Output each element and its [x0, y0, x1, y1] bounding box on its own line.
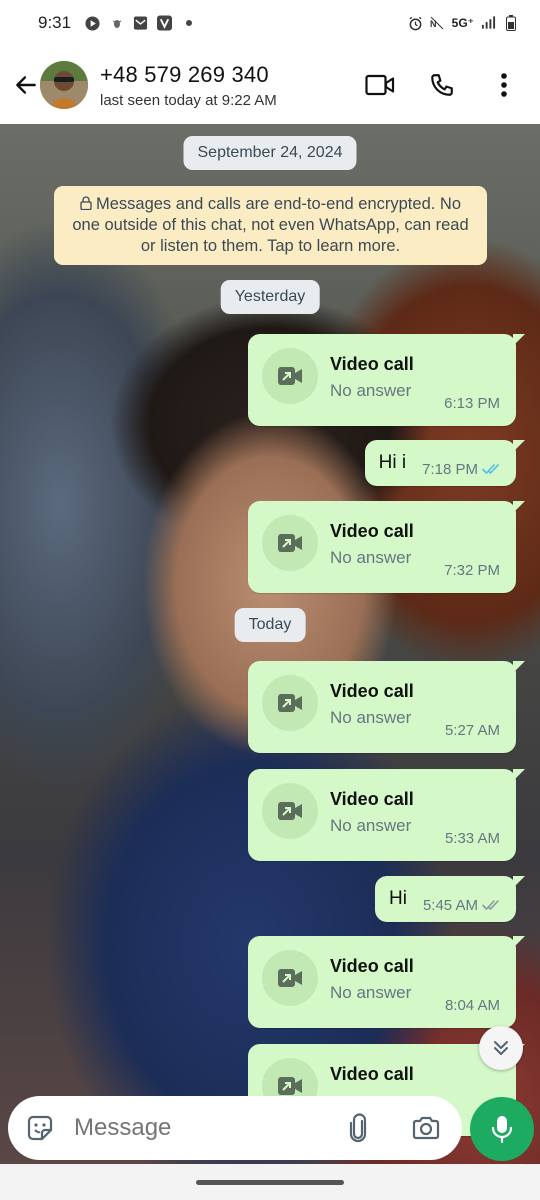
- video-camera-icon: [365, 74, 395, 96]
- date-separator: September 24, 2024: [183, 136, 357, 170]
- last-seen-status: last seen today at 9:22 AM: [100, 91, 277, 109]
- encryption-notice[interactable]: Messages and calls are end-to-end encryp…: [54, 186, 487, 265]
- voice-message-button[interactable]: [470, 1097, 534, 1161]
- message-time: 5:27 AM: [444, 722, 500, 739]
- svg-text:N: N: [430, 19, 437, 29]
- nfc-muted-icon: N: [430, 16, 445, 31]
- avatar-photo-icon: [40, 61, 88, 109]
- call-title: Video call: [330, 956, 414, 976]
- notification-icons: [85, 15, 196, 31]
- more-options-button[interactable]: [486, 67, 522, 103]
- message-input[interactable]: [74, 1114, 314, 1142]
- network-type: 5G⁺: [451, 16, 474, 30]
- arrow-left-icon: [16, 76, 36, 94]
- message-time: 6:13 PM: [444, 395, 500, 412]
- call-title: Video call: [330, 521, 414, 541]
- composer-actions: [340, 1110, 444, 1146]
- call-log-bubble[interactable]: Video call No answer 6:13 PM: [248, 334, 525, 426]
- outgoing-text-bubble[interactable]: Hi 5:45 AM: [375, 876, 525, 922]
- message-meta: 5:45 AM: [423, 897, 504, 914]
- call-log-bubble[interactable]: Video call No answer 5:33 AM: [248, 769, 525, 861]
- missed-video-call-icon: [262, 675, 318, 731]
- message-time: 7:18 PM: [422, 460, 478, 478]
- call-title: Video call: [330, 354, 414, 374]
- call-log-bubble[interactable]: Video call No answer 7:32 PM: [248, 501, 525, 593]
- missed-video-call-icon: [262, 348, 318, 404]
- sticker-smiley-icon: [27, 1115, 53, 1141]
- call-status: No answer: [330, 548, 412, 567]
- alarm-icon: [408, 16, 423, 31]
- status-time: 9:31: [38, 13, 72, 32]
- header-actions: [362, 67, 522, 103]
- message-time: 5:33 AM: [444, 830, 500, 847]
- chevrons-down-icon: [494, 1041, 508, 1055]
- chat-header: +48 579 269 340 last seen today at 9:22 …: [0, 46, 540, 124]
- attach-button[interactable]: [340, 1110, 376, 1146]
- lock-icon: [80, 196, 92, 211]
- more-vertical-icon: [501, 73, 507, 97]
- missed-video-call-icon: [262, 950, 318, 1006]
- play-circle-icon: [85, 15, 100, 31]
- message-time: 5:45 AM: [422, 896, 478, 914]
- voice-call-button[interactable]: [424, 67, 460, 103]
- call-status: No answer: [330, 983, 412, 1002]
- scroll-to-bottom-button[interactable]: [479, 1026, 523, 1070]
- call-title: Video call: [330, 789, 414, 809]
- delivered-double-check-icon: [482, 900, 499, 911]
- message-time: 7:32 PM: [444, 562, 500, 579]
- contact-name: +48 579 269 340: [100, 61, 269, 87]
- battery-icon: [503, 15, 518, 31]
- home-indicator[interactable]: [196, 1180, 344, 1185]
- call-log-bubble[interactable]: Video call No answer 5:27 AM: [248, 661, 525, 753]
- read-double-check-icon: [482, 464, 499, 475]
- call-title: Video call: [330, 1064, 414, 1084]
- call-title: Video call: [330, 681, 414, 701]
- dot-icon: [181, 16, 196, 31]
- call-log-bubble[interactable]: Video call No answer 8:04 AM: [248, 936, 525, 1028]
- date-separator-yesterday: Yesterday: [220, 280, 320, 314]
- date-separator-today: Today: [234, 608, 306, 642]
- message-composer: [8, 1096, 462, 1160]
- status-bar: 9:31 N 5G⁺: [0, 0, 540, 46]
- v-app-icon: [157, 15, 173, 31]
- video-call-button[interactable]: [362, 67, 398, 103]
- signal-icon: [481, 16, 496, 31]
- paperclip-icon: [349, 1113, 367, 1143]
- missed-video-call-icon: [262, 783, 318, 839]
- outgoing-text-bubble[interactable]: Hi i 7:18 PM: [364, 440, 526, 486]
- microphone-icon: [491, 1116, 513, 1144]
- camera-button[interactable]: [408, 1110, 444, 1146]
- missed-video-call-icon: [262, 515, 318, 571]
- contact-avatar[interactable]: [40, 61, 88, 109]
- system-navigation-bar: [0, 1164, 540, 1200]
- call-status: No answer: [330, 816, 412, 835]
- message-time: 8:04 AM: [444, 997, 500, 1014]
- system-icons: N 5G⁺: [408, 15, 518, 31]
- sticker-button[interactable]: [22, 1110, 58, 1146]
- bug-icon: [109, 16, 124, 31]
- encryption-text: Messages and calls are end-to-end encryp…: [72, 195, 469, 255]
- camera-icon: [412, 1116, 440, 1140]
- chat-area[interactable]: September 24, 2024 Messages and calls ar…: [0, 124, 540, 1164]
- mail-icon: [133, 16, 148, 31]
- call-status: No answer: [330, 708, 412, 727]
- contact-info[interactable]: +48 579 269 340 last seen today at 9:22 …: [100, 62, 277, 109]
- message-text: Hi: [389, 888, 407, 909]
- message-text: Hi i: [378, 452, 407, 473]
- call-status: No answer: [330, 381, 412, 400]
- message-meta: 7:18 PM: [422, 461, 504, 478]
- phone-icon: [431, 74, 453, 96]
